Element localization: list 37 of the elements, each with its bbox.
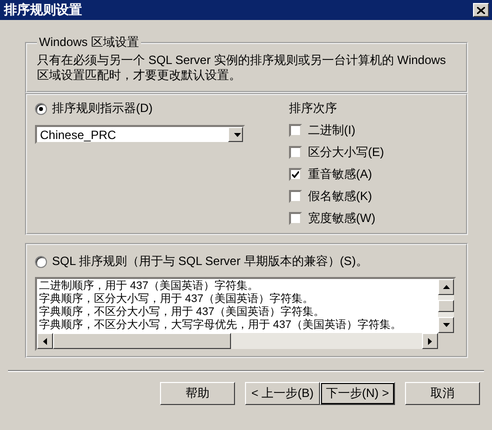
checkbox[interactable]: [289, 212, 302, 225]
group-title: Windows 区域设置: [38, 34, 140, 51]
list-item[interactable]: 二进制顺序，用于 437（美国英语）字符集。: [39, 280, 436, 293]
window-title: 排序规则设置: [4, 1, 82, 19]
checkbox[interactable]: [289, 124, 302, 137]
checkbox[interactable]: [289, 168, 302, 181]
checkbox-label[interactable]: 假名敏感(K): [308, 188, 372, 205]
dialog-button[interactable]: 帮助: [160, 382, 235, 405]
collation-dropdown[interactable]: Chinese_PRC: [35, 125, 245, 144]
checkbox-label[interactable]: 重音敏感(A): [308, 166, 372, 183]
checkbox-label[interactable]: 二进制(I): [308, 122, 356, 139]
section-label: 排序次序: [289, 100, 338, 117]
checkbox-label[interactable]: 宽度敏感(W): [308, 210, 376, 227]
radio-label[interactable]: 排序规则指示器(D): [52, 100, 153, 117]
close-button[interactable]: [473, 3, 489, 17]
checkbox-label[interactable]: 区分大小写(E): [308, 144, 384, 161]
horizontal-scrollbar[interactable]: [37, 333, 438, 349]
radio-button[interactable]: [35, 102, 47, 114]
radio-label[interactable]: SQL 排序规则（用于与 SQL Server 早期版本的兼容）(S)。: [52, 253, 368, 270]
down-arrow-icon: [442, 323, 450, 327]
right-arrow-icon: [428, 338, 432, 344]
close-icon: [477, 6, 485, 14]
list-item[interactable]: 字典顺序，不区分大小写，用于 437（美国英语）字符集。: [39, 306, 436, 319]
checkbox[interactable]: [289, 146, 302, 159]
radio-button[interactable]: [35, 256, 47, 268]
check-icon: [292, 171, 299, 178]
list-item[interactable]: 字典顺序，区分大小写，用于 437（美国英语）字符集。: [39, 293, 436, 306]
dropdown-arrow-icon: [234, 132, 240, 136]
checkbox[interactable]: [289, 190, 302, 203]
description-text: 只有在必须与另一个 SQL Server 实例的排序规则或另一台计算机的 Windows 区域设置匹配时，才要更改默认设置。: [37, 53, 447, 83]
up-arrow-icon: [442, 285, 450, 289]
left-arrow-icon: [43, 338, 47, 344]
dialog-button[interactable]: 取消: [405, 382, 480, 405]
dialog-button[interactable]: 下一步(N) >: [320, 382, 395, 405]
list-item[interactable]: 字典顺序，不区分大小写，大写字母优先，用于 437（美国英语）字符集。: [39, 319, 436, 332]
dialog-button[interactable]: < 上一步(B): [245, 382, 320, 405]
vertical-scrollbar[interactable]: [438, 279, 454, 333]
